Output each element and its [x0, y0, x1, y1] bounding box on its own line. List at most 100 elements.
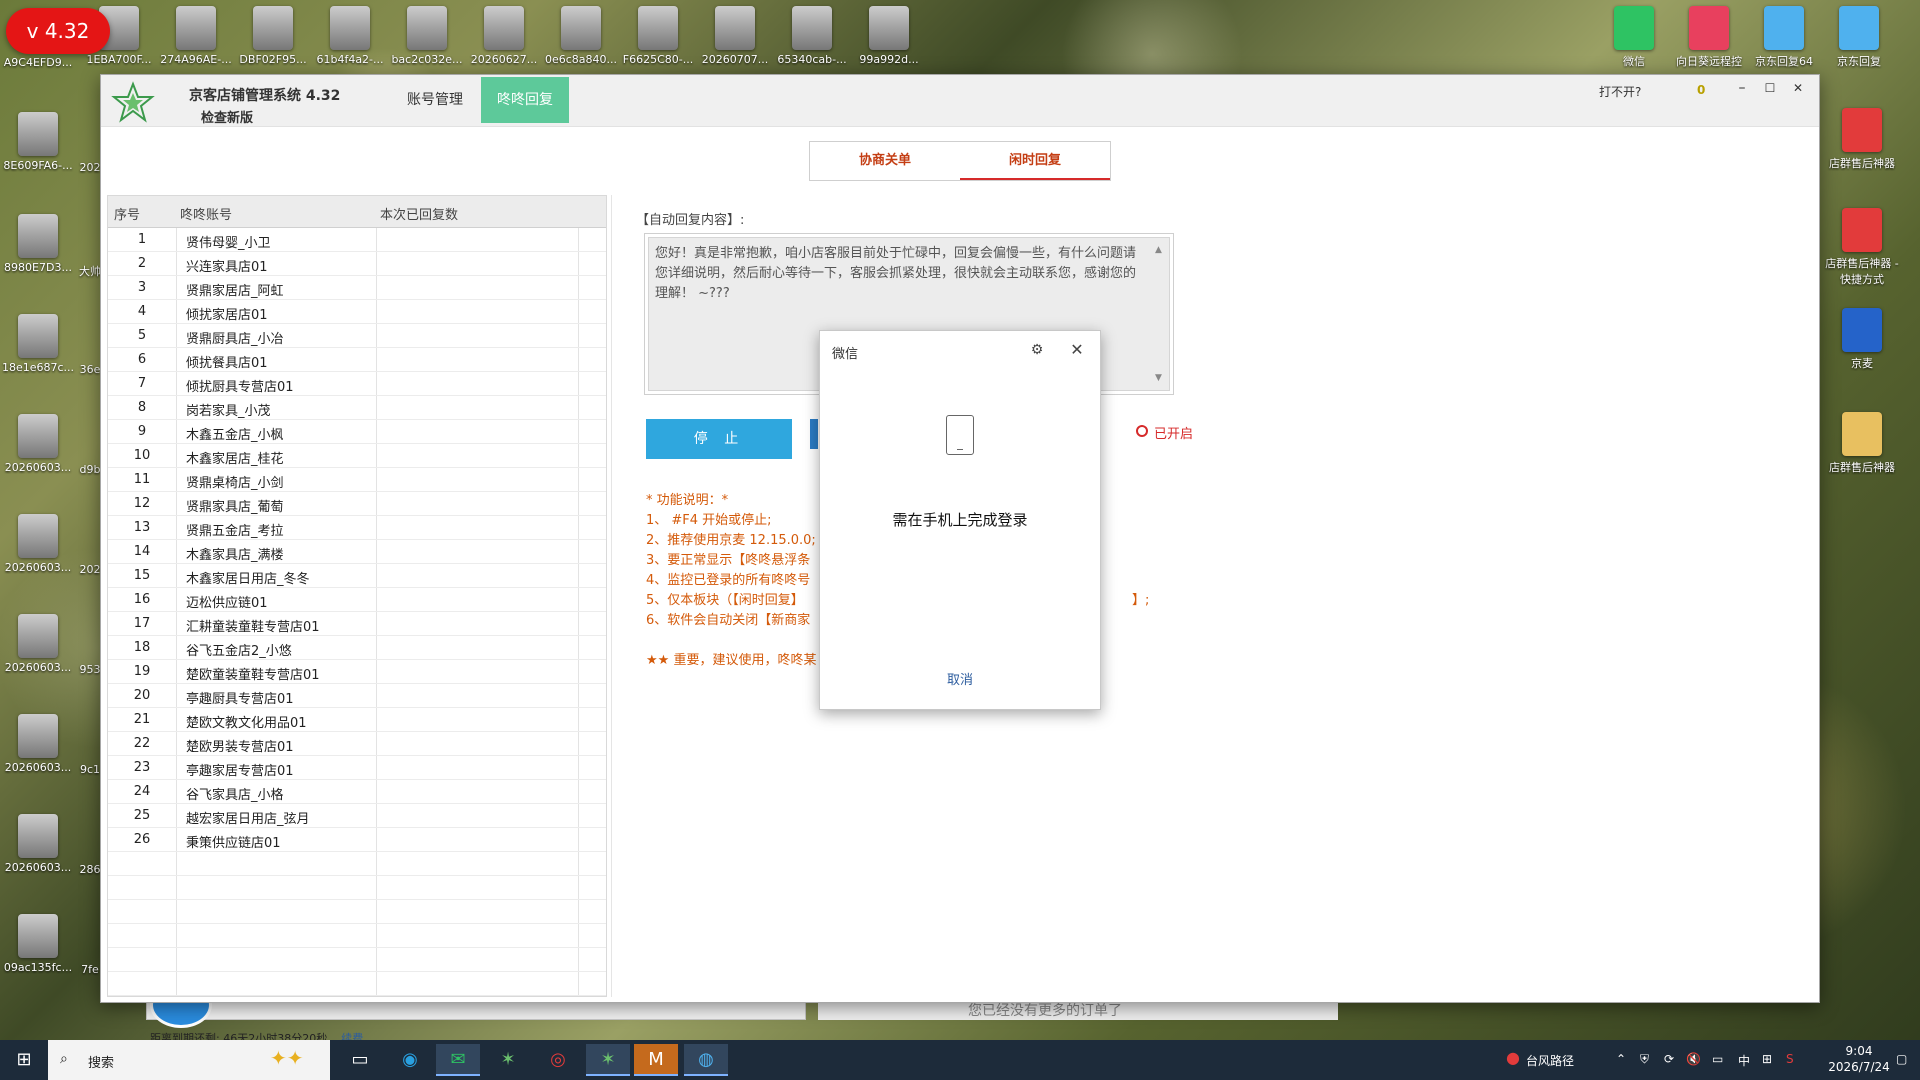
table-row[interactable]: 2 兴连家具店01	[108, 252, 606, 276]
tab-account-management[interactable]: 账号管理	[391, 77, 479, 123]
table-row[interactable]: 21 楚欧文教文化用品01	[108, 708, 606, 732]
desktop-file-icon[interactable]: 20260603...	[0, 714, 76, 774]
close-icon[interactable]: ✕	[1066, 339, 1088, 361]
desktop-file-icon[interactable]: 99a992d...	[851, 6, 927, 66]
desktop-file-icon[interactable]: bac2c032e...	[389, 6, 465, 66]
table-row[interactable]: 17 汇耕童装童鞋专营店01	[108, 612, 606, 636]
jingmai-icon[interactable]: M	[634, 1044, 678, 1076]
table-row[interactable]: 4 倾扰家居店01	[108, 300, 606, 324]
table-row[interactable]: 10 木鑫家居店_桂花	[108, 444, 606, 468]
table-row[interactable]: 12 贤鼎家具店_葡萄	[108, 492, 606, 516]
start-windows-icon[interactable]: ⊞	[2, 1044, 46, 1076]
desktop-file-icon[interactable]: 18e1e687c...	[0, 314, 76, 374]
desktop-file-icon[interactable]: 202	[78, 161, 102, 174]
sogou-icon[interactable]: S	[1786, 1052, 1794, 1066]
check-update-link[interactable]: 检查新版	[201, 107, 253, 126]
table-row[interactable]: 5 贤鼎厨具店_小冶	[108, 324, 606, 348]
desktop-file-icon[interactable]: 20260603...	[0, 614, 76, 674]
desktop-file-icon[interactable]: F6625C80-...	[620, 6, 696, 66]
scroll-down-icon[interactable]: ▼	[1155, 368, 1162, 388]
desktop-app-icon[interactable]: 店群售后神器	[1822, 412, 1902, 475]
table-row[interactable]: 11 贤鼎桌椅店_小剑	[108, 468, 606, 492]
task-view-icon[interactable]: ▭	[338, 1044, 382, 1076]
table-row[interactable]: 6 倾扰餐具店01	[108, 348, 606, 372]
jingke-app-icon[interactable]: ✶	[486, 1044, 530, 1076]
desktop-file-icon[interactable]: 8980E7D3...	[0, 214, 76, 274]
table-row[interactable]: 26 秉策供应链店01	[108, 828, 606, 852]
close-button[interactable]: ✕	[1785, 77, 1811, 99]
scroll-up-icon[interactable]: ▲	[1155, 240, 1162, 260]
scrollbar[interactable]: ▲ ▼	[1153, 240, 1167, 388]
desktop-file-icon[interactable]: 65340cab-...	[774, 6, 850, 66]
desktop-file-icon[interactable]: DBF02F95...	[235, 6, 311, 66]
table-row[interactable]: 20 亭趣厨具专营店01	[108, 684, 606, 708]
clock[interactable]: 9:04 2026/7/24	[1824, 1044, 1894, 1074]
desktop-file-icon[interactable]: 20260603...	[0, 514, 76, 574]
desktop-app-icon[interactable]: 京东回复	[1821, 6, 1897, 69]
stop-button[interactable]: 停 止	[646, 419, 792, 459]
desktop-file-icon[interactable]: 36e	[78, 363, 102, 376]
desktop-file-icon[interactable]: 953	[78, 663, 102, 676]
sync-icon[interactable]: ⟳	[1664, 1052, 1674, 1066]
desktop-file-icon[interactable]: 202	[78, 563, 102, 576]
volume-icon[interactable]: 🔇	[1686, 1052, 1701, 1066]
weather-news[interactable]: 台风路径	[1526, 1052, 1574, 1069]
desktop-file-icon[interactable]: A9C4EFD9...	[0, 56, 76, 69]
desktop-app-icon[interactable]: 店群售后神器	[1822, 108, 1902, 171]
ime-mode-icon[interactable]: ⊞	[1762, 1052, 1772, 1066]
desktop-file-icon[interactable]: d9b	[78, 463, 102, 476]
chevron-up-icon[interactable]: ⌃	[1616, 1052, 1626, 1066]
desktop-file-icon[interactable]: 274A96AE-...	[158, 6, 234, 66]
gear-icon[interactable]: ⚙	[1026, 339, 1048, 361]
table-row[interactable]: 13 贤鼎五金店_考拉	[108, 516, 606, 540]
table-row[interactable]: 25 越宏家居日用店_弦月	[108, 804, 606, 828]
table-row[interactable]: 7 倾扰厨具专营店01	[108, 372, 606, 396]
shield-icon[interactable]: ⛨	[1640, 1052, 1649, 1067]
desktop-app-icon[interactable]: 店群售后神器 - 快捷方式	[1822, 208, 1902, 287]
desktop-file-icon[interactable]: 7fe	[78, 963, 102, 976]
desktop-file-icon[interactable]: 大帅	[78, 263, 102, 279]
minimize-button[interactable]: –	[1729, 77, 1755, 99]
desktop-file-icon[interactable]: 09ac135fc...	[0, 914, 76, 974]
notification-icon[interactable]: ▢	[1896, 1052, 1907, 1066]
maximize-button[interactable]: ☐	[1757, 77, 1783, 99]
desktop-file-icon[interactable]: 286	[78, 863, 102, 876]
desktop-file-icon[interactable]: 8E609FA6-...	[0, 112, 76, 172]
table-row[interactable]: 22 楚欧男装专营店01	[108, 732, 606, 756]
desktop-file-icon[interactable]: 20260707...	[697, 6, 773, 66]
table-row[interactable]: 15 木鑫家居日用店_冬冬	[108, 564, 606, 588]
table-row[interactable]: 3 贤鼎家居店_阿虹	[108, 276, 606, 300]
wechat-taskbar-icon[interactable]: ✉	[436, 1044, 480, 1076]
table-row[interactable]: 23 亭趣家居专营店01	[108, 756, 606, 780]
edge-icon[interactable]: ◉	[388, 1044, 432, 1076]
aftersale-app-icon[interactable]: ◎	[536, 1044, 580, 1076]
desktop-app-icon[interactable]: 向日葵远程控	[1671, 6, 1747, 69]
desktop-file-icon[interactable]: 0e6c8a840...	[543, 6, 619, 66]
jingke-app-icon-2[interactable]: ✶	[586, 1044, 630, 1076]
desktop-file-icon[interactable]: 9c1	[78, 763, 102, 776]
table-row[interactable]: 24 谷飞家具店_小格	[108, 780, 606, 804]
table-row[interactable]: 19 楚欧童装童鞋专营店01	[108, 660, 606, 684]
location-icon[interactable]: ●	[1506, 1048, 1520, 1067]
desktop-app-icon[interactable]: 微信	[1596, 6, 1672, 69]
desktop-app-icon[interactable]: 京麦	[1822, 308, 1902, 371]
taskbar-search[interactable]: ⌕ 搜索 ✦✦	[48, 1040, 330, 1080]
start-button-edge[interactable]	[810, 419, 818, 449]
desktop-file-icon[interactable]: 61b4f4a2-...	[312, 6, 388, 66]
table-row[interactable]: 8 岗若家具_小茂	[108, 396, 606, 420]
desktop-file-icon[interactable]: 20260603...	[0, 814, 76, 874]
table-row[interactable]: 18 谷飞五金店2_小悠	[108, 636, 606, 660]
ime-indicator[interactable]: 中	[1738, 1052, 1750, 1069]
desktop-file-icon[interactable]: 20260627...	[466, 6, 542, 66]
table-row[interactable]: 9 木鑫五金店_小枫	[108, 420, 606, 444]
cant-open-link[interactable]: 打不开?	[1599, 83, 1641, 100]
tab-dongdong-reply[interactable]: 咚咚回复	[481, 77, 569, 123]
subtab-negotiate-close[interactable]: 协商关单	[810, 142, 960, 180]
cancel-button[interactable]: 取消	[820, 669, 1100, 688]
table-row[interactable]: 14 木鑫家具店_满楼	[108, 540, 606, 564]
jd-reply-icon[interactable]: ◍	[684, 1044, 728, 1076]
network-icon[interactable]: ▭	[1712, 1052, 1723, 1066]
table-row[interactable]: 1 贤伟母婴_小卫	[108, 228, 606, 252]
desktop-app-icon[interactable]: 京东回复64	[1746, 6, 1822, 69]
table-row[interactable]: 16 迈松供应链01	[108, 588, 606, 612]
